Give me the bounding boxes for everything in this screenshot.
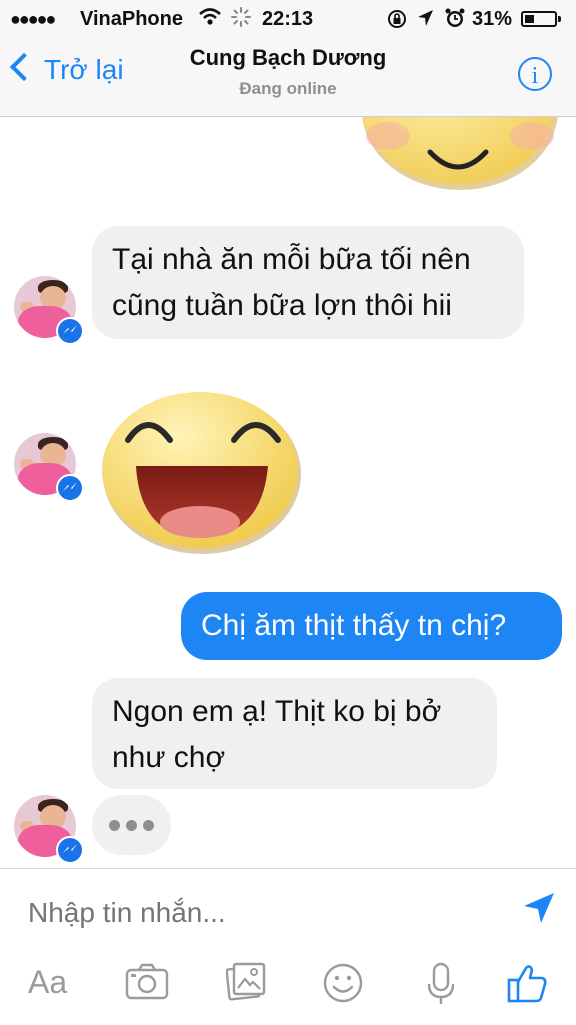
message-line: Ngon em ạ! Thịt ko bị bở — [112, 695, 442, 728]
status-bar: ●●●●● VinaPhone 22:13 31% — [0, 0, 576, 38]
message-line: Tại nhà ăn mỗi bữa tối nên — [112, 243, 471, 276]
message-bubble-outgoing[interactable]: Chị ăm thịt thấy tn chị? — [181, 592, 562, 660]
battery-level — [525, 15, 534, 23]
gallery-icon[interactable] — [225, 962, 266, 1007]
message-line: cũng tuần bữa lợn thôi hii — [112, 289, 452, 322]
laughing-smiley-sticker[interactable] — [100, 382, 306, 559]
microphone-icon[interactable] — [426, 962, 456, 1011]
send-icon[interactable] — [522, 891, 556, 930]
presence-status: Đang online — [239, 79, 337, 98]
carrier-name: VinaPhone — [80, 8, 183, 30]
messenger-badge-icon — [56, 836, 84, 864]
clock: 22:13 — [262, 8, 314, 30]
contact-name: Cung Bạch Dương — [189, 45, 387, 70]
message-bubble[interactable]: Ngon em ạ! Thịt ko bị bở như chợ — [92, 678, 497, 789]
message-bubble[interactable]: Tại nhà ăn mỗi bữa tối nên cũng tuần bữa… — [92, 226, 524, 339]
camera-icon[interactable] — [124, 962, 170, 1007]
message-line: như chợ — [112, 741, 226, 774]
composer — [0, 868, 576, 1025]
like-icon[interactable] — [506, 962, 548, 1009]
typing-indicator — [92, 795, 171, 855]
location-icon — [416, 8, 434, 33]
message-line: Chị ăm thịt thấy tn chị? — [201, 609, 507, 642]
battery-percent: 31% — [472, 8, 513, 30]
battery-icon — [521, 11, 561, 27]
rotation-lock-icon — [386, 8, 408, 35]
signal-strength: ●●●●● — [10, 9, 56, 29]
text-format-button[interactable]: Aa — [28, 964, 67, 1001]
messenger-badge-icon — [56, 317, 84, 345]
header: ●●●●● VinaPhone 22:13 31% Trở lại Cung B… — [0, 0, 576, 117]
alarm-icon — [444, 7, 466, 34]
info-button[interactable]: i — [518, 57, 552, 91]
emoji-icon[interactable] — [322, 962, 364, 1009]
message-input[interactable] — [28, 893, 488, 933]
messenger-badge-icon — [56, 474, 84, 502]
activity-spinner-icon — [231, 6, 251, 34]
wifi-icon — [198, 6, 222, 34]
